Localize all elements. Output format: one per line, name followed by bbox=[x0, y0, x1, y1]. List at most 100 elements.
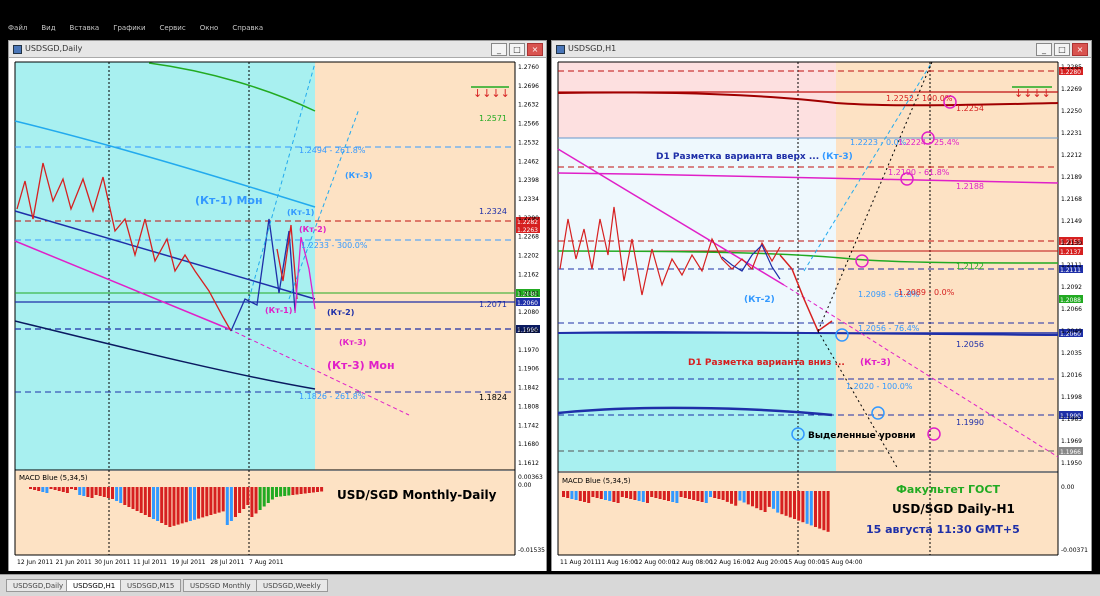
macd-bar bbox=[33, 487, 37, 490]
tab-h1[interactable]: USDSGD,H1 bbox=[66, 579, 123, 592]
level-12224: 1.2224 - 25.4% bbox=[898, 138, 960, 147]
menu-help[interactable]: Справка bbox=[232, 24, 263, 32]
price-tick: 1.2066 bbox=[1061, 306, 1082, 313]
macd-bar bbox=[119, 487, 123, 503]
date-tick: 30 Jun 2011 bbox=[94, 559, 130, 566]
macd-bar bbox=[250, 487, 254, 517]
price-tick: 1.1906 bbox=[518, 366, 539, 373]
date-tick: 7 Aug 2011 bbox=[249, 559, 284, 566]
macd-bar bbox=[74, 487, 78, 490]
macd-bar bbox=[184, 487, 188, 523]
macd-bar bbox=[61, 487, 65, 492]
price-tick: 1.2632 bbox=[518, 102, 539, 109]
price-tick: 1.2111 bbox=[1061, 262, 1082, 269]
macd-bar bbox=[574, 491, 578, 500]
menu-insert[interactable]: Вставка bbox=[70, 24, 100, 32]
minimize-button[interactable]: _ bbox=[491, 43, 507, 56]
price-tick: 1.2035 bbox=[1061, 350, 1082, 357]
macd-bar bbox=[106, 487, 110, 498]
window-titlebar[interactable]: USDSGD,Daily _ □ × bbox=[9, 41, 546, 58]
macd-bar bbox=[746, 491, 750, 505]
menu-tools[interactable]: Сервис bbox=[160, 24, 186, 32]
price-tick: 1.2250 bbox=[1061, 108, 1082, 115]
price-tick: 1.2168 bbox=[1061, 196, 1082, 203]
macd-bar bbox=[641, 491, 645, 502]
macd-bar bbox=[818, 491, 822, 529]
macd-bar bbox=[599, 491, 603, 499]
maximize-button[interactable]: □ bbox=[509, 43, 525, 56]
macd-bar bbox=[793, 491, 796, 519]
price-tick: 1.2268 bbox=[518, 234, 539, 241]
macd-bar bbox=[205, 487, 209, 517]
macd-bar bbox=[772, 491, 775, 509]
tab-monthly[interactable]: USDSGD Monthly bbox=[183, 579, 258, 592]
macd-bar bbox=[86, 487, 90, 497]
level-12494: 1.2494 - 261.8% bbox=[299, 146, 366, 155]
macd-bar bbox=[65, 487, 69, 493]
level-12188: 1.2188 bbox=[956, 182, 984, 191]
menu-view[interactable]: Вид bbox=[41, 24, 55, 32]
macd-scale-mid: 0.00 bbox=[518, 482, 532, 489]
level-12056a: 1.2056 - 76.4% bbox=[858, 324, 920, 333]
level-12056b: 1.2056 bbox=[956, 340, 984, 349]
h1-chart[interactable]: ↓↓↓↓ D1 Разметка варианта вверх ... (Кт-… bbox=[552, 59, 1091, 571]
label-date: 15 августа 11:30 GMT+5 bbox=[866, 523, 1020, 536]
maximize-button[interactable]: □ bbox=[1054, 43, 1070, 56]
macd-bar bbox=[562, 491, 565, 497]
macd-bar bbox=[713, 491, 717, 498]
price-tick: 1.1950 bbox=[1061, 460, 1082, 467]
tab-m15[interactable]: USDSGD,M15 bbox=[120, 579, 182, 592]
macd-bar bbox=[90, 487, 94, 498]
label-up-kt3: (Кт-3) bbox=[822, 152, 853, 162]
price-tick: 1.2462 bbox=[518, 158, 539, 165]
cyan-zone bbox=[558, 333, 836, 471]
price-tick: 1.2696 bbox=[518, 83, 539, 90]
macd-bar bbox=[738, 491, 742, 501]
macd-bar bbox=[225, 487, 229, 525]
caption-monthly-daily: USD/SGD Monthly-Daily bbox=[337, 488, 497, 502]
macd-bar bbox=[143, 487, 147, 515]
price-tick: 1.2202 bbox=[518, 253, 539, 260]
macd-bar bbox=[759, 491, 763, 511]
macd-bar bbox=[254, 487, 258, 514]
menu-charts[interactable]: Графики bbox=[113, 24, 145, 32]
label-kt1-b: (Кт-1) bbox=[287, 208, 314, 217]
chart-window-daily: USDSGD,Daily _ □ × ↓↓↓↓ (Кт-1) Мон (Кт-3… bbox=[8, 40, 547, 571]
macd-bar bbox=[307, 487, 311, 493]
macd-bar bbox=[94, 487, 98, 495]
tab-daily[interactable]: USDSGD,Daily bbox=[6, 579, 71, 592]
close-button[interactable]: × bbox=[527, 43, 543, 56]
macd-bar bbox=[767, 491, 771, 507]
macd-bar bbox=[734, 491, 738, 506]
tab-weekly[interactable]: USDSGD,Weekly bbox=[256, 579, 328, 592]
daily-chart[interactable]: ↓↓↓↓ (Кт-1) Мон (Кт-3) Мон (Кт-3) (Кт-1)… bbox=[9, 59, 546, 571]
menu-file[interactable]: Файл bbox=[8, 24, 27, 32]
close-button[interactable]: × bbox=[1072, 43, 1088, 56]
date-tick: 12 Aug 20:00 bbox=[747, 559, 788, 566]
macd-bar bbox=[704, 491, 708, 503]
label-kt1-c: (Кт-1) bbox=[265, 306, 292, 315]
macd-bar bbox=[700, 491, 704, 502]
date-tick: 21 Jun 2011 bbox=[56, 559, 92, 566]
minimize-button[interactable]: _ bbox=[1036, 43, 1052, 56]
window-titlebar[interactable]: USDSGD,H1 _ □ × bbox=[552, 41, 1091, 58]
macd-bar bbox=[258, 487, 262, 510]
macd-bar bbox=[667, 491, 670, 501]
menu-window[interactable]: Окно bbox=[200, 24, 219, 32]
macd-bar bbox=[725, 491, 729, 502]
caption-daily-h1: USD/SGD Daily-H1 bbox=[892, 502, 1015, 516]
date-tick: 28 Jul 2011 bbox=[210, 559, 244, 566]
macd-bar bbox=[111, 487, 114, 499]
chart-window-h1: USDSGD,H1 _ □ × ↓↓↓↓ D1 Разметка вариант… bbox=[551, 40, 1092, 571]
macd-bar bbox=[629, 491, 633, 499]
macd-bar bbox=[172, 487, 176, 526]
macd-bar bbox=[221, 487, 225, 512]
macd-bar bbox=[662, 491, 666, 500]
macd-bar bbox=[637, 491, 641, 501]
macd-bar bbox=[620, 491, 624, 497]
macd-bar bbox=[283, 487, 287, 496]
macd-bar bbox=[805, 491, 809, 524]
date-tick: 11 Aug 2011 bbox=[560, 559, 599, 566]
macd-bar bbox=[633, 491, 637, 500]
macd-bar bbox=[721, 491, 725, 500]
